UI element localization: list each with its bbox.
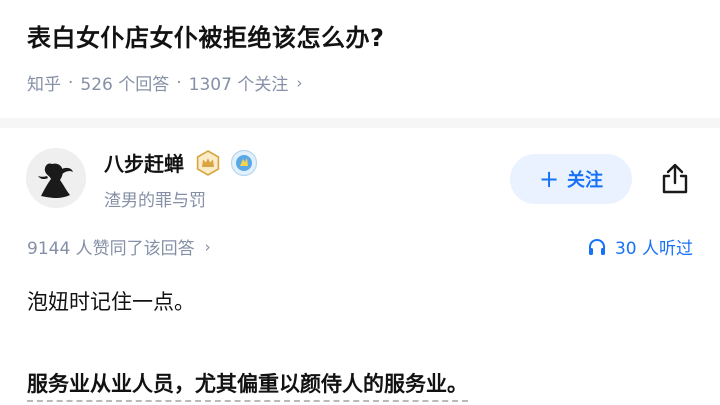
share-button[interactable] — [656, 160, 694, 198]
listen-count: 30 人听过 — [614, 239, 693, 259]
question-header: 表白女仆店女仆被拒绝该怎么办? 知乎 · 526 个回答 · 1307 个关注 … — [0, 0, 720, 118]
plus-icon: + — [538, 165, 560, 193]
question-answer-count: 526 个回答 — [80, 75, 170, 95]
headphones-icon — [588, 238, 605, 255]
section-divider — [0, 118, 720, 128]
upvote-summary[interactable]: 9144 人赞同了该回答 › — [27, 234, 211, 260]
chevron-right-icon: › — [204, 237, 211, 256]
question-source: 知乎 — [27, 75, 61, 95]
answer-paragraph: 泡妞时记住一点。 — [27, 290, 195, 314]
creator-badge-icon[interactable] — [230, 149, 258, 177]
question-follower-count: 1307 个关注 — [188, 75, 289, 95]
crown-badge-icon[interactable] — [194, 149, 222, 177]
question-title[interactable]: 表白女仆店女仆被拒绝该怎么办? — [27, 18, 384, 53]
follow-button[interactable]: + 关注 — [510, 154, 632, 204]
upvote-count: 9144 人赞同了该回答 — [27, 239, 195, 259]
listen-info[interactable]: 30 人听过 — [587, 234, 693, 259]
avatar[interactable] — [26, 148, 86, 208]
author-bio: 渣男的罪与罚 — [104, 191, 206, 211]
answer-paragraph-bold: 服务业从业人员，尤其偏重以颜侍人的服务业。 — [27, 368, 468, 402]
share-icon — [662, 163, 688, 194]
meta-separator: · — [176, 72, 182, 93]
question-meta[interactable]: 知乎 · 526 个回答 · 1307 个关注 › — [27, 70, 303, 96]
meta-separator: · — [68, 72, 74, 93]
author-name[interactable]: 八步赶蝉 — [104, 148, 184, 177]
chevron-right-icon: › — [296, 73, 303, 92]
follow-label: 关注 — [567, 170, 604, 191]
author-name-row: 八步赶蝉 — [104, 148, 258, 177]
